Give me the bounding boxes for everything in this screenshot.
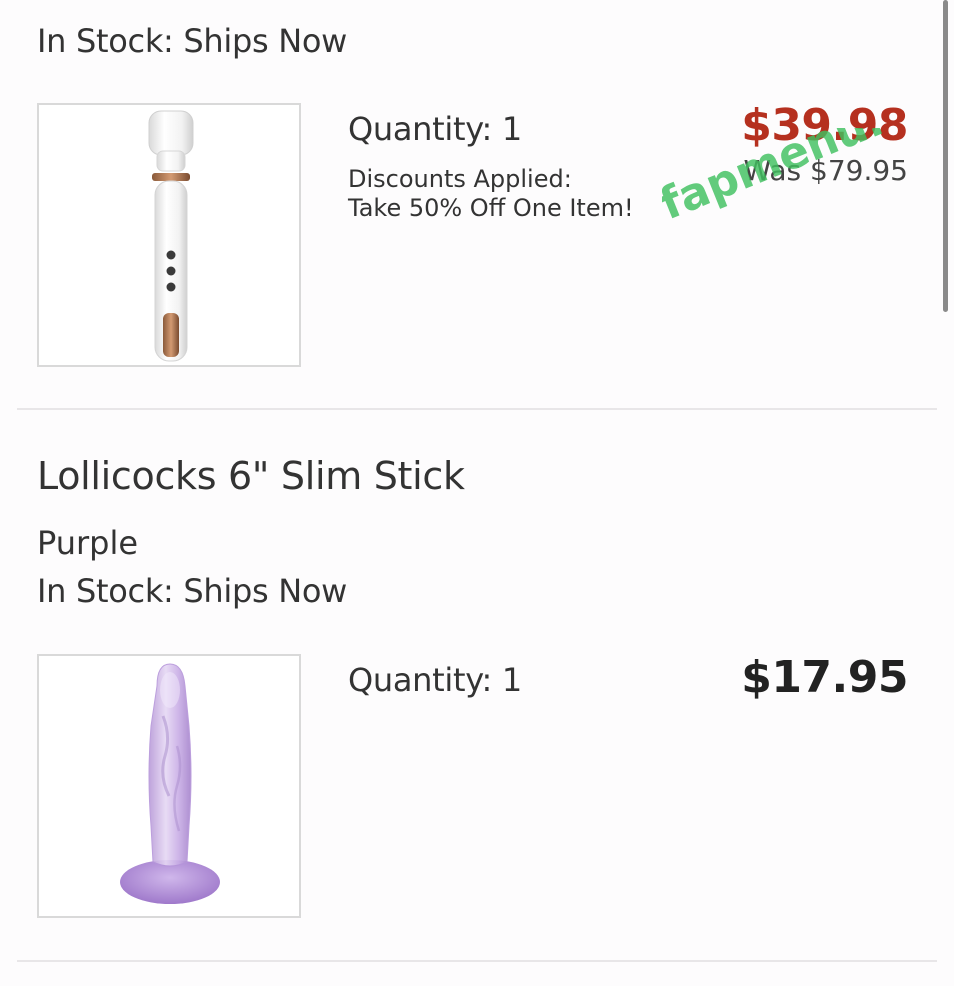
item2-price: $17.95 xyxy=(741,652,908,703)
item1-discount-detail: Take 50% Off One Item! xyxy=(348,194,634,222)
item2-variant: Purple xyxy=(37,524,139,562)
item1-quantity: Quantity: 1 xyxy=(348,110,522,148)
item-divider xyxy=(17,408,937,410)
scrollbar[interactable] xyxy=(943,0,948,312)
item-divider xyxy=(17,960,937,962)
item1-discount-heading: Discounts Applied: xyxy=(348,165,572,193)
item1-product-image[interactable] xyxy=(37,103,301,367)
wand-massager-image xyxy=(148,110,194,362)
item1-discounts: Discounts Applied: Take 50% Off One Item… xyxy=(348,165,634,223)
item2-product-image[interactable] xyxy=(37,654,301,918)
item2-quantity: Quantity: 1 xyxy=(348,661,522,699)
cart-page: In Stock: Ships Now Quantity: 1 Discount… xyxy=(0,0,954,986)
item1-was-price: Was $79.95 xyxy=(743,154,908,187)
item2-title[interactable]: Lollicocks 6" Slim Stick xyxy=(37,454,465,498)
purple-toy-image xyxy=(120,663,220,904)
item1-sale-price: $39.98 xyxy=(741,100,908,151)
item1-stock-status: In Stock: Ships Now xyxy=(37,22,348,60)
item2-stock-status: In Stock: Ships Now xyxy=(37,572,348,610)
